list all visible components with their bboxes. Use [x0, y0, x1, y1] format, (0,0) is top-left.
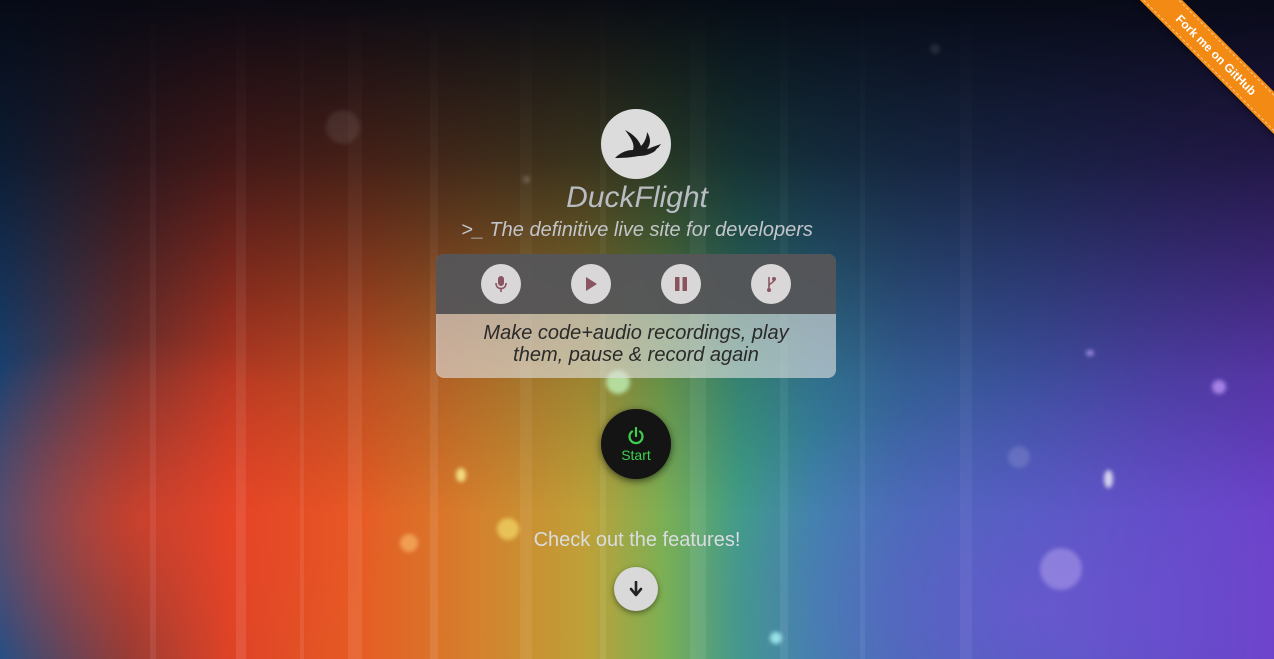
bokeh-orb [930, 44, 940, 54]
record-button[interactable] [481, 264, 521, 304]
branch-icon [767, 277, 776, 292]
light-streak [150, 0, 156, 659]
power-icon [628, 426, 644, 444]
light-streak [348, 0, 362, 659]
tagline: >_ The definitive live site for develope… [461, 219, 813, 241]
branch-button[interactable] [751, 264, 791, 304]
light-streak [300, 0, 304, 659]
bokeh-orb [1104, 470, 1113, 488]
hero-background: Fork me on GitHub DuckFlight >_ The defi… [0, 0, 1274, 659]
bokeh-orb [1040, 548, 1082, 590]
app-title: DuckFlight [566, 181, 708, 214]
start-button[interactable]: Start [601, 409, 671, 479]
duck-icon [615, 130, 661, 158]
pause-icon [675, 277, 687, 291]
play-button[interactable] [571, 264, 611, 304]
feature-toolbar [436, 254, 836, 314]
feature-card: Make code+audio recordings, play them, p… [436, 254, 836, 378]
feature-description: Make code+audio recordings, play them, p… [483, 322, 789, 366]
bokeh-orb [1086, 350, 1094, 356]
fork-ribbon-container: Fork me on GitHub [1124, 0, 1274, 150]
bokeh-orb [1212, 380, 1226, 394]
bokeh-orb [456, 468, 466, 482]
bokeh-orb [770, 632, 782, 644]
fork-on-github-link[interactable]: Fork me on GitHub [1136, 0, 1274, 135]
duck-logo [601, 109, 671, 179]
bokeh-orb [326, 110, 360, 144]
play-icon [586, 277, 597, 291]
light-streak [960, 0, 972, 659]
start-label: Start [621, 446, 651, 463]
light-streak [236, 0, 246, 659]
pause-button[interactable] [661, 264, 701, 304]
features-cta-text: Check out the features! [533, 529, 741, 551]
bokeh-orb [1008, 446, 1030, 468]
microphone-icon [495, 276, 507, 292]
arrow-down-icon [629, 581, 643, 597]
light-streak [860, 0, 865, 659]
scroll-down-button[interactable] [614, 567, 658, 611]
